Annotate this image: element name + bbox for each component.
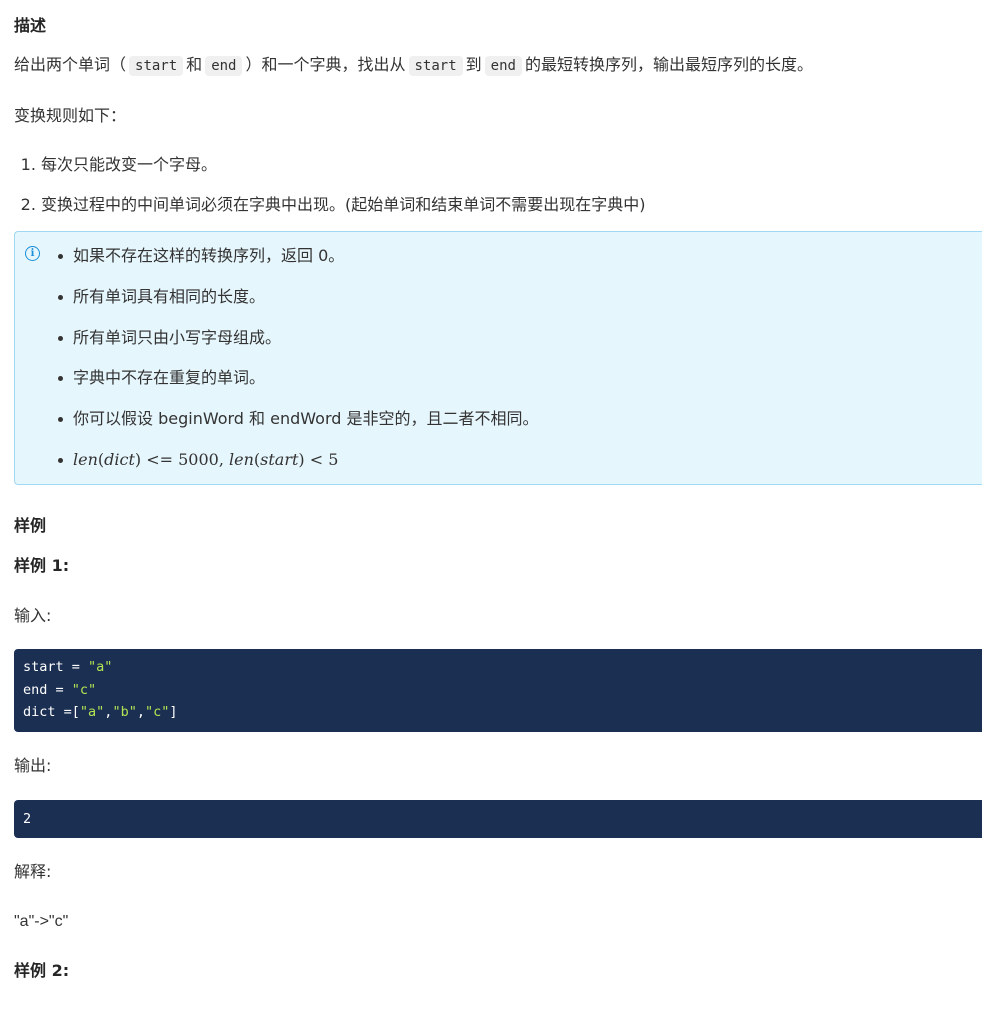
input-code-block: start = "a" end = "c" dict =["a","b","c"… — [14, 649, 982, 732]
notice-item: 所有单词只由小写字母组成。 — [57, 326, 538, 350]
example1-heading: 样例 1: — [14, 556, 70, 575]
notice-item-math: len(dict) <= 5000, len(start) < 5 — [57, 448, 538, 472]
code-end: end — [484, 56, 522, 76]
input-label: 输入: — [14, 606, 52, 625]
explain-text: "a"->"c" — [14, 913, 69, 930]
code-start: start — [129, 56, 184, 76]
notice-item: 字典中不存在重复的单词。 — [57, 366, 538, 390]
rules-list: 每次只能改变一个字母。 变换过程中的中间单词必须在字典中出现。(起始单词和结束单… — [14, 153, 646, 233]
code-end: end — [205, 56, 243, 76]
rule-item: 每次只能改变一个字母。 — [41, 153, 646, 177]
rules-label: 变换规则如下： — [14, 106, 127, 125]
code-line: dict =["a","b","c"] — [23, 704, 178, 720]
notice-item: 你可以假设 beginWord 和 endWord 是非空的，且二者不相同。 — [57, 407, 538, 431]
examples-heading: 样例 — [14, 516, 47, 535]
output-label: 输出: — [14, 756, 52, 775]
explain-label: 解释: — [14, 862, 52, 881]
info-icon: i — [25, 246, 40, 261]
notice-list: 如果不存在这样的转换序列，返回 0。 所有单词具有相同的长度。 所有单词只由小写… — [57, 244, 538, 489]
notice-item: 如果不存在这样的转换序列，返回 0。 — [57, 244, 538, 268]
description-intro: 给出两个单词（ start 和 end ）和一个字典，找出从 start 到 end 的最短转换… — [14, 55, 813, 76]
notice-box: i 如果不存在这样的转换序列，返回 0。 所有单词具有相同的长度。 所有单词只由… — [14, 231, 982, 485]
rule-item: 变换过程中的中间单词必须在字典中出现。(起始单词和结束单词不需要出现在字典中) — [41, 193, 646, 217]
truncated-label: ·· — [17, 1008, 29, 1013]
output-code-block: 2 — [14, 800, 982, 838]
example2-heading: 样例 2: — [14, 961, 70, 980]
notice-item: 所有单词具有相同的长度。 — [57, 285, 538, 309]
code-line: 2 — [23, 811, 32, 827]
code-line: start = "a" — [23, 659, 113, 675]
description-heading: 描述 — [14, 16, 47, 35]
code-start: start — [408, 56, 463, 76]
code-line: end = "c" — [23, 681, 97, 698]
math-constraint: len(dict) <= 5000, len(start) < 5 — [73, 449, 339, 469]
